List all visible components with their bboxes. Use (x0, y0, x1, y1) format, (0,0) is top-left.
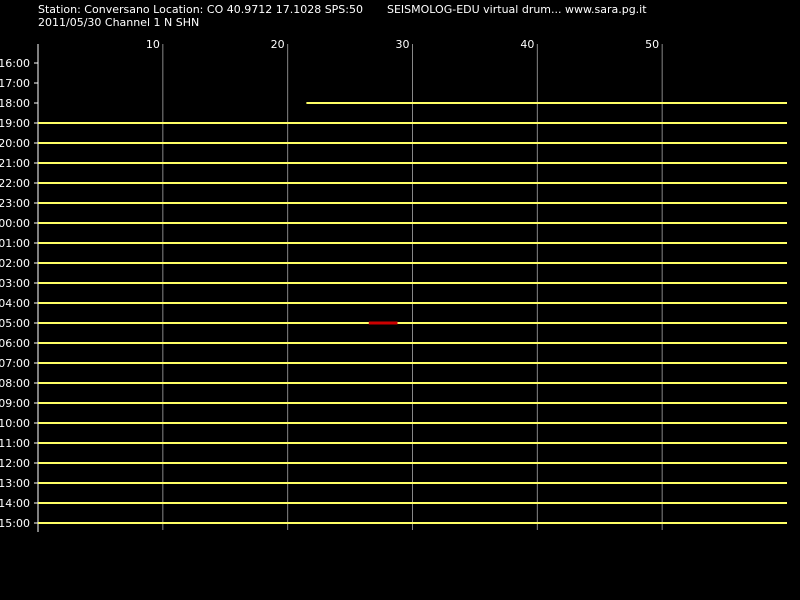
hour-label: 07:00 (0, 357, 30, 370)
hour-label: 09:00 (0, 397, 30, 410)
hour-label: 23:00 (0, 197, 30, 210)
hour-label: 20:00 (0, 137, 30, 150)
hour-label: 08:00 (0, 377, 30, 390)
hour-label: 05:00 (0, 317, 30, 330)
hour-label: 18:00 (0, 97, 30, 110)
seismogram-drum: 10 20 30 40 50 16:00 17:00 18:00 19:00 20:00 21:00… (0, 38, 787, 532)
hour-label: 06:00 (0, 337, 30, 350)
hour-label: 13:00 (0, 477, 30, 490)
hour-label: 15:00 (0, 517, 30, 530)
hour-label: 03:00 (0, 277, 30, 290)
hour-label: 19:00 (0, 117, 30, 130)
hour-label: 16:00 (0, 57, 30, 70)
hour-label: 00:00 (0, 217, 30, 230)
hour-label: 04:00 (0, 297, 30, 310)
hour-label: 17:00 (0, 77, 30, 90)
hour-label: 11:00 (0, 437, 30, 450)
hour-label: 22:00 (0, 177, 30, 190)
minute-tick-label: 40 (520, 38, 534, 51)
hour-label: 14:00 (0, 497, 30, 510)
hour-label: 21:00 (0, 157, 30, 170)
hour-label: 12:00 (0, 457, 30, 470)
minute-tick-label: 30 (396, 38, 410, 51)
hour-label: 01:00 (0, 237, 30, 250)
hour-label: 02:00 (0, 257, 30, 270)
minute-tick-label: 50 (645, 38, 659, 51)
minute-tick-label: 20 (271, 38, 285, 51)
hour-label: 10:00 (0, 417, 30, 430)
minute-tick-label: 10 (146, 38, 160, 51)
